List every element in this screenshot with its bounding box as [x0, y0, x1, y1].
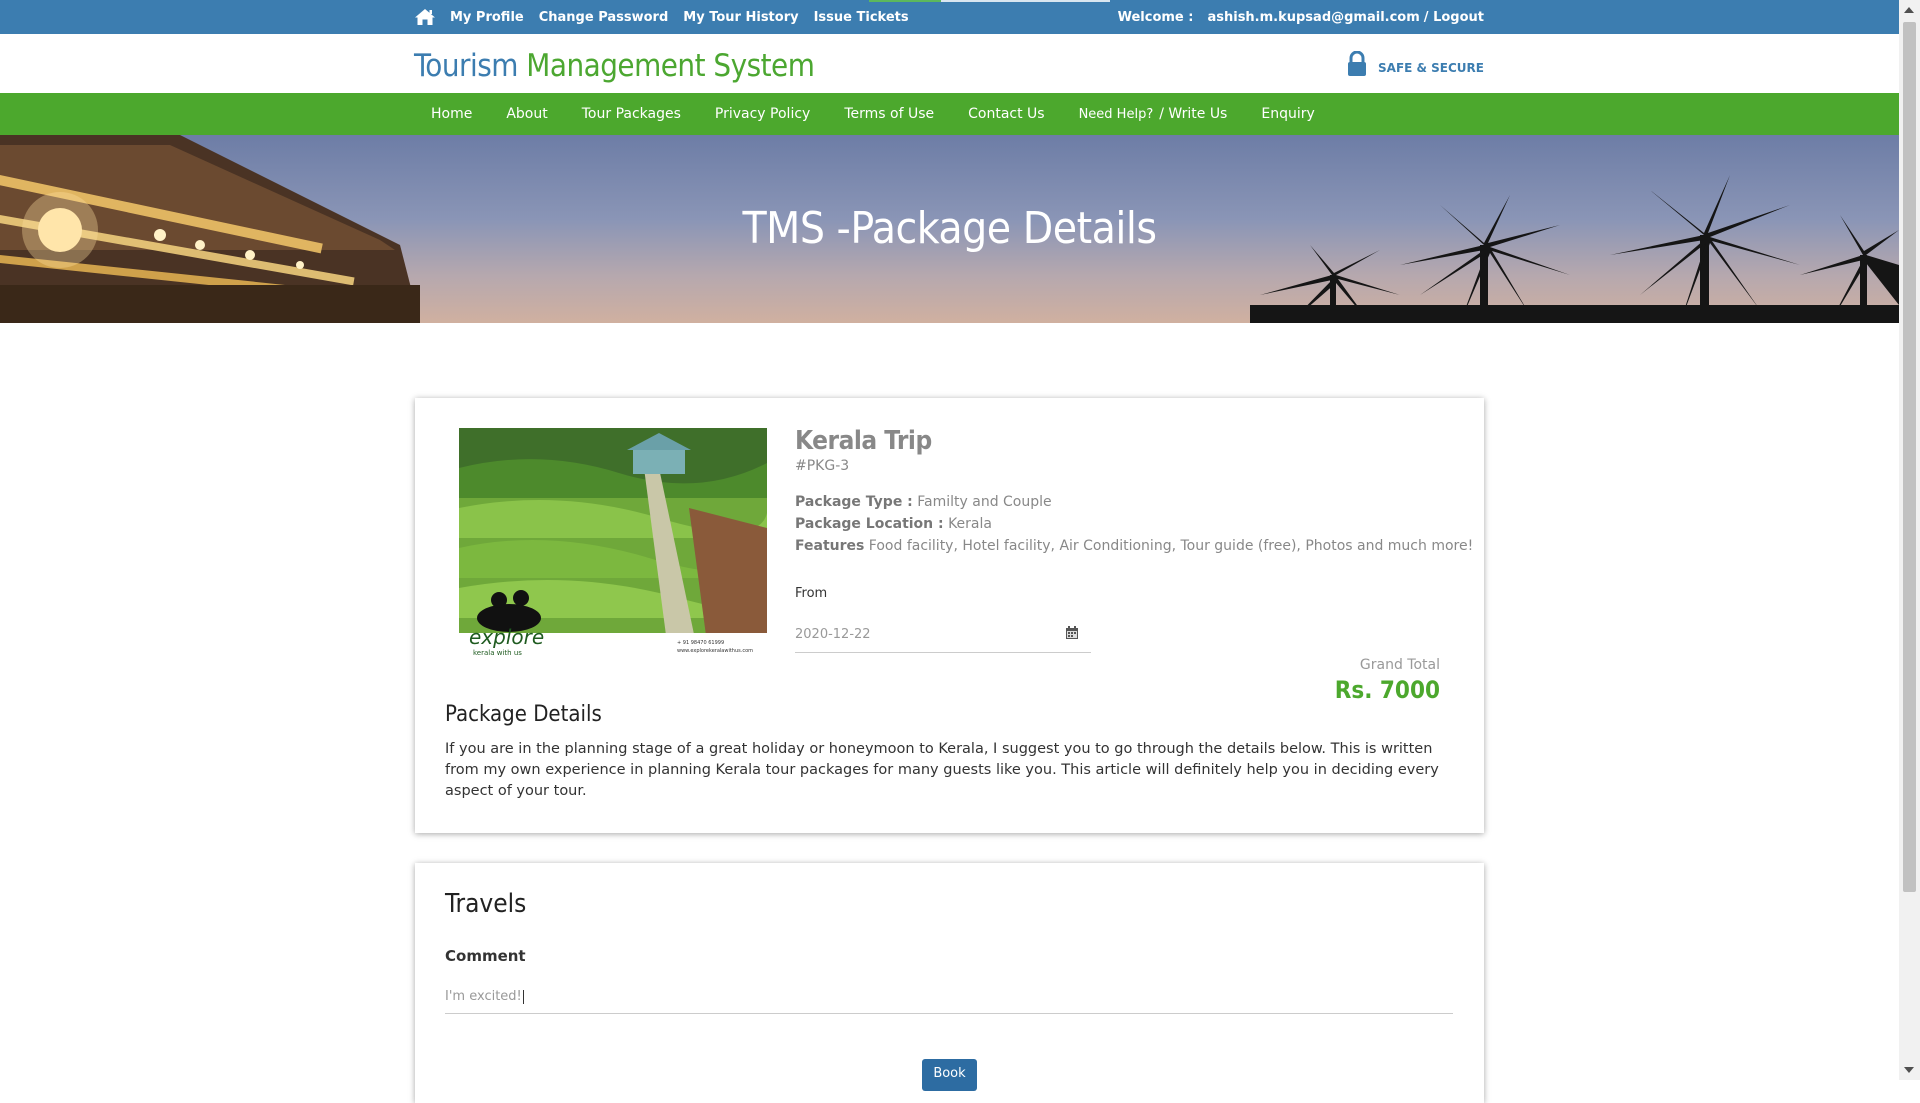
grand-total-label: Grand Total	[1359, 657, 1440, 673]
page-title: TMS -Package Details	[742, 203, 1157, 254]
image-url: www.explorekeralawithus.com	[677, 648, 753, 654]
nav-contact-us[interactable]: Contact Us	[951, 106, 1061, 122]
nav-about[interactable]: About	[489, 106, 564, 122]
logout-link[interactable]: / Logout	[1424, 10, 1484, 25]
lock-icon	[1346, 50, 1368, 77]
nav-privacy-policy[interactable]: Privacy Policy	[698, 106, 827, 122]
package-details-title: Package Details	[445, 702, 602, 727]
page-scrollbar[interactable]	[1899, 0, 1920, 1080]
site-header: Tourism Management System SAFE & SECURE	[0, 34, 1899, 93]
change-password-link[interactable]: Change Password	[539, 10, 669, 25]
brand-part2: Management System	[526, 48, 815, 84]
top-bar: My Profile Change Password My Tour Histo…	[0, 0, 1899, 34]
home-icon[interactable]	[414, 8, 436, 26]
nav-write-us[interactable]: / Write Us	[1159, 106, 1244, 122]
package-type: Package Type : Familty and Couple	[795, 494, 1052, 510]
from-date-value: 2020-12-22	[795, 627, 871, 642]
top-links: My Profile Change Password My Tour Histo…	[414, 0, 924, 34]
scroll-down-icon[interactable]	[1904, 1067, 1914, 1073]
package-image: explore kerala with us + 91 98470 61999 …	[459, 428, 767, 658]
book-button[interactable]: Book	[922, 1059, 977, 1091]
package-details-text: If you are in the planning stage of a gr…	[445, 741, 1439, 799]
from-date-input[interactable]: 2020-12-22	[795, 620, 1091, 653]
safe-secure-badge: SAFE & SECURE	[1346, 50, 1484, 77]
package-features: Features Food facility, Hotel facility, …	[795, 538, 1473, 554]
nav-terms-of-use[interactable]: Terms of Use	[827, 106, 951, 122]
package-location-label: Package Location :	[795, 516, 944, 532]
calendar-icon[interactable]	[1065, 626, 1079, 640]
travels-title: Travels	[445, 889, 527, 919]
image-phone: + 91 98470 61999	[677, 640, 724, 646]
package-features-value: Food facility, Hotel facility, Air Condi…	[868, 538, 1474, 554]
image-logo-text: explore	[469, 625, 544, 649]
package-name: Kerala Trip	[795, 426, 932, 456]
package-type-label: Package Type :	[795, 494, 913, 510]
package-id: #PKG-3	[795, 458, 850, 474]
from-label: From	[795, 586, 828, 601]
package-type-value: Familty and Couple	[917, 494, 1052, 510]
package-location-value: Kerala	[948, 516, 992, 532]
package-features-label: Features	[795, 538, 865, 554]
image-logo-sub: kerala with us	[473, 649, 522, 657]
scroll-up-icon[interactable]	[1904, 7, 1914, 13]
brand-part1: Tourism	[414, 48, 518, 84]
package-location: Package Location : Kerala	[795, 516, 992, 532]
package-card: explore kerala with us + 91 98470 61999 …	[415, 398, 1484, 833]
site-logo[interactable]: Tourism Management System	[414, 46, 815, 86]
welcome-label: Welcome :	[1117, 9, 1194, 25]
scrollbar-thumb[interactable]	[1903, 22, 1916, 892]
nav-enquiry[interactable]: Enquiry	[1244, 106, 1331, 122]
my-tour-history-link[interactable]: My Tour History	[683, 10, 798, 25]
my-profile-link[interactable]: My Profile	[450, 10, 524, 25]
nav-need-help: Need Help?	[1078, 106, 1154, 122]
nav-tour-packages[interactable]: Tour Packages	[565, 106, 698, 122]
comment-input[interactable]: I'm excited!	[445, 981, 1453, 1014]
safe-secure-label: SAFE & SECURE	[1378, 61, 1484, 75]
nav-home[interactable]: Home	[414, 106, 489, 122]
grand-total-value: Rs. 7000	[1334, 676, 1440, 704]
comment-value: I'm excited!	[445, 989, 522, 1004]
issue-tickets-link[interactable]: Issue Tickets	[814, 10, 909, 25]
text-caret	[522, 989, 524, 1004]
user-area: Welcome : ashish.m.kupsad@gmail.com / Lo…	[1118, 0, 1484, 34]
main-nav: Home About Tour Packages Privacy Policy …	[0, 93, 1899, 135]
page-banner: TMS -Package Details	[0, 135, 1899, 323]
travels-card: Travels Comment I'm excited! Book	[415, 863, 1484, 1103]
comment-label: Comment	[445, 947, 526, 965]
user-email: ashish.m.kupsad@gmail.com	[1207, 9, 1420, 25]
